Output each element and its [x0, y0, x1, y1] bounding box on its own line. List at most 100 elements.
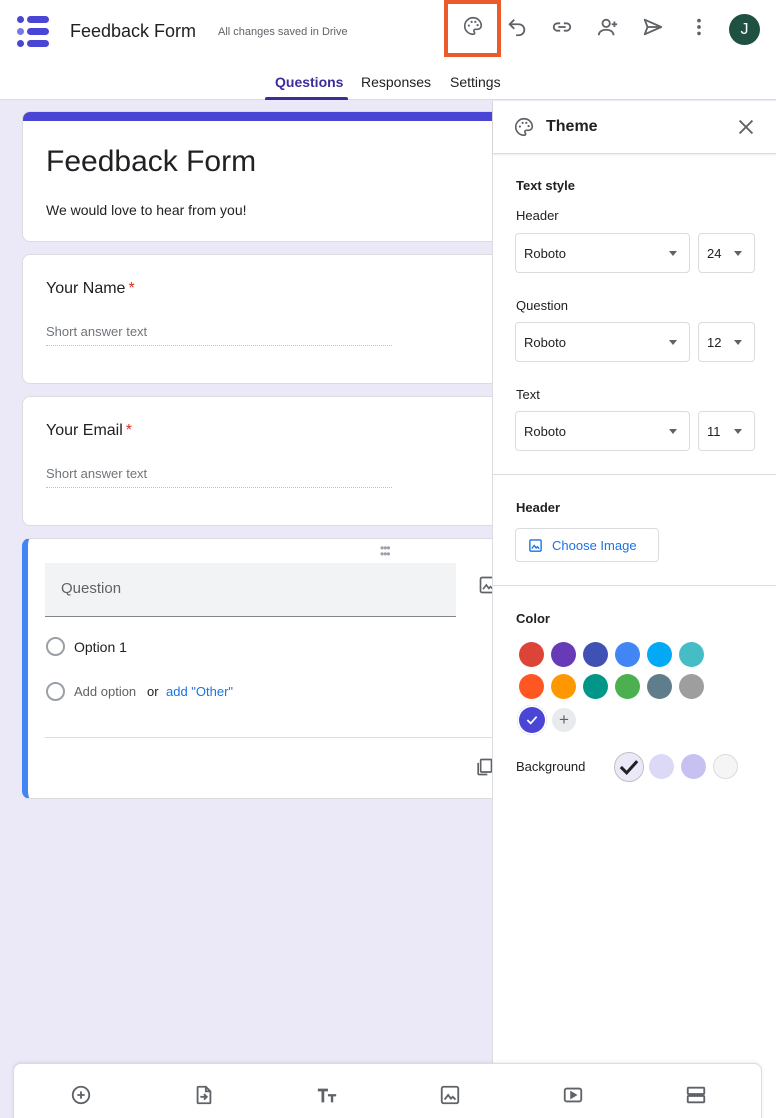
- dropdown-arrow-icon: [669, 251, 677, 256]
- color-swatch[interactable]: [583, 642, 608, 667]
- tab-responses[interactable]: Responses: [361, 74, 431, 90]
- or-text: or: [147, 684, 159, 699]
- dropdown-arrow-icon: [669, 340, 677, 345]
- color-swatch[interactable]: [551, 674, 576, 699]
- background-swatch[interactable]: [649, 754, 674, 779]
- palette-icon: [513, 116, 535, 138]
- color-swatch[interactable]: [615, 642, 640, 667]
- add-video-icon[interactable]: [562, 1084, 584, 1106]
- question-card-email[interactable]: Your Email * Short answer text: [22, 396, 502, 526]
- copy-link-button[interactable]: [544, 14, 580, 44]
- background-label: Background: [516, 759, 586, 774]
- active-tab-indicator: [265, 97, 348, 100]
- color-swatch[interactable]: [517, 705, 547, 735]
- dropdown-arrow-icon: [734, 340, 742, 345]
- question-font-select[interactable]: Roboto: [515, 322, 690, 362]
- add-collaborator-button[interactable]: [590, 14, 626, 44]
- option-radio: [46, 637, 65, 656]
- undo-icon: [506, 16, 528, 43]
- drag-handle-icon[interactable]: ••• •••: [380, 542, 391, 560]
- more-vert-icon: [688, 16, 710, 43]
- dropdown-arrow-icon: [734, 429, 742, 434]
- question-card-name[interactable]: Your Name * Short answer text: [22, 254, 502, 384]
- form-title-card[interactable]: Feedback Form We would love to hear from…: [22, 111, 502, 242]
- question-font-value: Roboto: [524, 335, 566, 350]
- theme-color-band: [23, 112, 501, 121]
- tab-settings[interactable]: Settings: [450, 74, 501, 90]
- question-title-text: Your Name: [46, 280, 126, 297]
- add-other-link[interactable]: add "Other": [166, 684, 233, 699]
- question-title-text: Your Email: [46, 422, 123, 439]
- background-swatch[interactable]: [713, 754, 738, 779]
- tab-bar: Questions Responses Settings: [0, 60, 776, 100]
- text-style-label: Text style: [516, 178, 576, 193]
- header-image-label: Header: [516, 500, 561, 515]
- question-size-select[interactable]: 12: [698, 322, 755, 362]
- text-size-value: 11: [707, 424, 721, 439]
- add-image-icon[interactable]: [439, 1084, 461, 1106]
- add-option-link[interactable]: Add option: [74, 684, 136, 699]
- option-1-label[interactable]: Option 1: [74, 639, 127, 655]
- more-options-button[interactable]: [681, 14, 717, 44]
- question-size-value: 12: [707, 335, 722, 350]
- color-swatch[interactable]: [551, 642, 576, 667]
- color-swatch[interactable]: [679, 642, 704, 667]
- header-size-value: 24: [707, 246, 722, 261]
- panel-divider: [493, 585, 776, 586]
- header-size-select[interactable]: 24: [698, 233, 755, 273]
- import-questions-icon[interactable]: [193, 1084, 215, 1106]
- add-question-icon[interactable]: [70, 1084, 92, 1106]
- background-swatch[interactable]: [614, 752, 644, 782]
- header-font-select[interactable]: Roboto: [515, 233, 690, 273]
- question-font-label: Question: [516, 298, 569, 313]
- add-section-icon[interactable]: [685, 1084, 707, 1106]
- add-collaborator-icon: [597, 16, 619, 43]
- duplicate-icon[interactable]: [474, 757, 494, 777]
- theme-panel-header: Theme: [493, 101, 776, 154]
- add-custom-color-button[interactable]: +: [552, 708, 576, 732]
- color-swatch[interactable]: [679, 674, 704, 699]
- form-title[interactable]: Feedback Form: [46, 145, 256, 179]
- text-font-select[interactable]: Roboto: [515, 411, 690, 451]
- choose-image-button[interactable]: Choose Image: [515, 528, 659, 562]
- color-swatch[interactable]: [615, 674, 640, 699]
- color-swatch[interactable]: [647, 642, 672, 667]
- send-icon: [642, 16, 664, 43]
- close-icon[interactable]: [735, 116, 757, 138]
- question-title: Your Email *: [46, 422, 132, 440]
- image-icon: [529, 539, 542, 552]
- color-swatch[interactable]: [519, 642, 544, 667]
- required-mark: *: [128, 280, 135, 297]
- active-question-card[interactable]: ••• ••• Question Option 1 Add option or a…: [22, 538, 505, 799]
- question-title-input[interactable]: Question: [45, 563, 456, 617]
- text-font-value: Roboto: [524, 424, 566, 439]
- palette-icon: [462, 15, 484, 42]
- header-font-value: Roboto: [524, 246, 566, 261]
- color-label: Color: [516, 611, 550, 626]
- header-font-label: Header: [516, 208, 559, 223]
- color-swatch[interactable]: [583, 674, 608, 699]
- card-divider: [45, 737, 505, 738]
- panel-divider: [493, 474, 776, 475]
- forms-logo[interactable]: [17, 16, 51, 48]
- theme-panel-title: Theme: [546, 118, 598, 135]
- app-title[interactable]: Feedback Form: [70, 21, 196, 42]
- add-title-icon[interactable]: [316, 1084, 338, 1106]
- avatar[interactable]: J: [729, 14, 760, 45]
- text-size-select[interactable]: 11: [698, 411, 755, 451]
- color-swatch[interactable]: [647, 674, 672, 699]
- add-option-radio: [46, 682, 65, 701]
- link-icon: [551, 16, 573, 43]
- tab-questions[interactable]: Questions: [275, 74, 343, 90]
- dropdown-arrow-icon: [734, 251, 742, 256]
- customize-theme-button[interactable]: [444, 0, 501, 57]
- color-swatch[interactable]: [519, 674, 544, 699]
- bottom-toolbar: [13, 1063, 762, 1118]
- short-answer-placeholder: Short answer text: [46, 324, 392, 346]
- background-swatch[interactable]: [681, 754, 706, 779]
- theme-panel: Theme Text style Header Roboto 24 Questi…: [492, 101, 776, 1118]
- form-description[interactable]: We would love to hear from you!: [46, 202, 247, 218]
- short-answer-placeholder: Short answer text: [46, 466, 392, 488]
- send-button[interactable]: [635, 14, 671, 44]
- undo-button[interactable]: [499, 14, 535, 44]
